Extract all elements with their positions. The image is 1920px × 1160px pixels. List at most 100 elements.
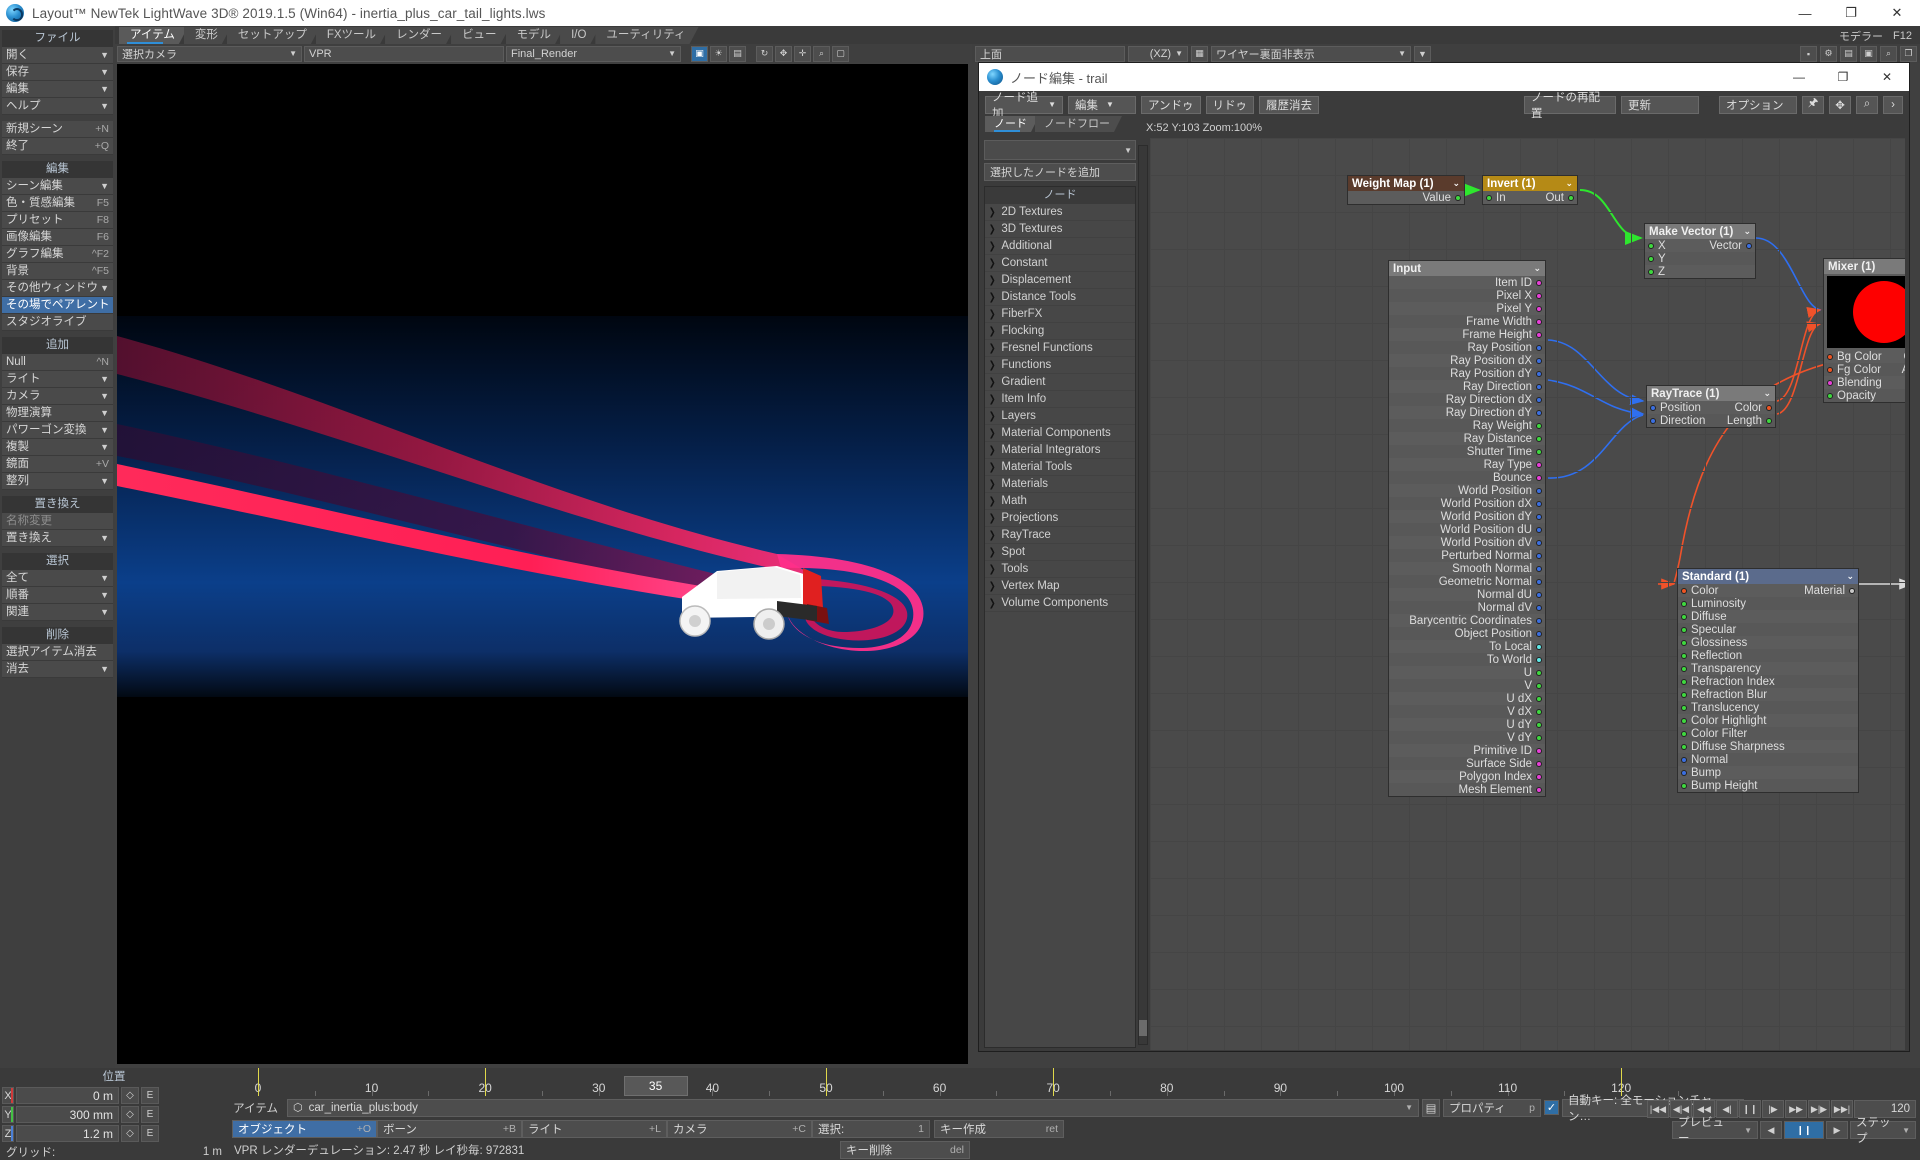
node-raytrace[interactable]: RayTrace (1) ⌄ Position Color Direction Lengt… (1646, 385, 1776, 428)
node-port-dot[interactable] (1827, 379, 1833, 386)
node-port-dot[interactable] (1536, 422, 1542, 429)
axis-key-icon-X[interactable]: ◇ (121, 1087, 139, 1104)
node-category-item-2[interactable]: ❯ Additional (985, 238, 1135, 255)
node-standard[interactable]: Standard (1) ⌄ Color Material Luminosity Diff… (1677, 568, 1859, 793)
node-port-dot[interactable] (1536, 370, 1542, 377)
tab-6[interactable]: モデル (506, 27, 565, 44)
update-button[interactable]: 更新 (1621, 95, 1699, 114)
node-port-dot[interactable] (1681, 717, 1687, 724)
sidebar-item-0-2[interactable]: 編集 ▼ (2, 81, 113, 98)
item-list-icon[interactable]: ▤ (1422, 1098, 1440, 1117)
node-port-dot[interactable] (1536, 773, 1542, 780)
node-port-dot[interactable] (1827, 353, 1833, 360)
step-forward-button[interactable]: |▶ (1762, 1100, 1784, 1118)
mode-button-1[interactable]: ボーン +B (377, 1119, 522, 1138)
pause-button[interactable]: ❙❙ (1739, 1100, 1761, 1118)
node-port-dot[interactable] (1536, 630, 1542, 637)
node-editor-tab-1[interactable]: ノードフロー (1035, 116, 1122, 132)
node-port-dot[interactable] (1536, 565, 1542, 572)
play-forward-button[interactable]: ▶▶ (1785, 1100, 1807, 1118)
node-port-dot[interactable] (1568, 194, 1574, 201)
zoom-icon[interactable]: ⌕ (813, 45, 830, 62)
node-color-preview[interactable] (1827, 276, 1905, 348)
node-editor-minimize-button[interactable]: — (1777, 63, 1821, 91)
node-port-dot[interactable] (1536, 760, 1542, 767)
node-editor-tab-0[interactable]: ノード (985, 116, 1039, 132)
sidebar-item-0-3[interactable]: ヘルプ ▼ (2, 98, 113, 115)
node-port-dot[interactable] (1648, 242, 1654, 249)
node-category-item-21[interactable]: ❯ Tools (985, 561, 1135, 578)
sidebar-item-2-0[interactable]: シーン編集 ▼ (2, 178, 113, 195)
node-port-dot[interactable] (1536, 396, 1542, 403)
node-port-dot[interactable] (1536, 656, 1542, 663)
node-header[interactable]: Standard (1) ⌄ (1678, 569, 1858, 584)
sidebar-item-1-1[interactable]: 終了 +Q (2, 138, 113, 155)
node-category-item-5[interactable]: ❯ Distance Tools (985, 289, 1135, 306)
timeline-ruler[interactable]: 010203040506070809010011012035 (228, 1068, 1708, 1096)
node-port-dot[interactable] (1681, 769, 1687, 776)
node-port-dot[interactable] (1681, 626, 1687, 633)
sidebar-item-2-7[interactable]: その場でペアレント (2, 297, 113, 314)
node-category-item-6[interactable]: ❯ FiberFX (985, 306, 1135, 323)
sidebar-item-2-4[interactable]: グラフ編集 ^F2 (2, 246, 113, 263)
node-category-item-4[interactable]: ❯ Displacement (985, 272, 1135, 289)
lock-icon[interactable]: ▪ (1800, 45, 1817, 62)
preview-dropdown[interactable]: プレビュー ▼ (1672, 1117, 1758, 1145)
timeline-keyframe-marker[interactable] (485, 1068, 487, 1096)
node-port-dot[interactable] (1536, 305, 1542, 312)
node-port-dot[interactable] (1849, 587, 1855, 594)
camera-icon[interactable]: ▣ (691, 45, 708, 62)
tab-8[interactable]: ユーティリティ (595, 27, 698, 44)
node-port-dot[interactable] (1681, 600, 1687, 607)
sidebar-item-3-4[interactable]: パワーゴン変換 ▼ (2, 422, 113, 439)
view-name-dropdown[interactable]: 上面 (975, 45, 1125, 62)
tab-1[interactable]: 変形 (184, 27, 231, 44)
delete-key-button[interactable]: キー削除 del (840, 1141, 970, 1159)
node-port-dot[interactable] (1536, 591, 1542, 598)
node-category-item-10[interactable]: ❯ Gradient (985, 374, 1135, 391)
node-port-dot[interactable] (1681, 587, 1687, 594)
add-selected-node-button[interactable]: 選択したノードを追加 (984, 163, 1136, 181)
node-port-dot[interactable] (1681, 678, 1687, 685)
node-port-dot[interactable] (1681, 639, 1687, 646)
node-port-dot[interactable] (1681, 756, 1687, 763)
node-port-dot[interactable] (1486, 194, 1492, 201)
search-icon[interactable]: ⌕ (1856, 95, 1878, 114)
node-category-item-18[interactable]: ❯ Projections (985, 510, 1135, 527)
create-key-button[interactable]: キー作成 ret (934, 1119, 1064, 1138)
node-category-item-0[interactable]: ❯ 2D Textures (985, 204, 1135, 221)
node-port-dot[interactable] (1681, 704, 1687, 711)
axis-key-icon-Z[interactable]: ◇ (121, 1125, 139, 1142)
preview-prev-button[interactable]: ◀ (1760, 1121, 1782, 1139)
node-makevector[interactable]: Make Vector (1) ⌄ X Vector Y Z (1644, 223, 1756, 279)
node-port-dot[interactable] (1536, 643, 1542, 650)
chevron-down-icon[interactable]: ⌄ (1533, 263, 1541, 274)
add-node-dropdown[interactable]: ノード追加 ▼ (985, 92, 1063, 120)
node-category-item-11[interactable]: ❯ Item Info (985, 391, 1135, 408)
sidebar-item-2-5[interactable]: 背景 ^F5 (2, 263, 113, 280)
search-icon[interactable]: ⌕ (1880, 45, 1897, 62)
mode-button-0[interactable]: オブジェクト +O (232, 1119, 377, 1138)
node-graph-canvas[interactable]: Weight Map (1) ⌄ Value Invert (1) ⌄ In Out Make… (1150, 138, 1905, 1050)
sidebar-item-6-0[interactable]: 選択アイテム消去 (2, 644, 113, 661)
timeline-keyframe-marker[interactable] (258, 1068, 259, 1096)
node-category-item-20[interactable]: ❯ Spot (985, 544, 1135, 561)
node-editor-close-button[interactable]: ✕ (1865, 63, 1909, 91)
node-port-dot[interactable] (1681, 730, 1687, 737)
sidebar-item-2-2[interactable]: プリセット F8 (2, 212, 113, 229)
sidebar-item-3-0[interactable]: Null ^N (2, 354, 113, 371)
sidebar-item-5-2[interactable]: 関連 ▼ (2, 604, 113, 621)
node-port-dot[interactable] (1536, 682, 1542, 689)
node-port-dot[interactable] (1536, 383, 1542, 390)
close-button[interactable]: ✕ (1874, 0, 1920, 26)
node-port-dot[interactable] (1681, 743, 1687, 750)
node-list-scrollbar[interactable] (1138, 145, 1148, 1045)
chevron-down-icon[interactable]: ▼ (1734, 1126, 1752, 1135)
axis-envelope-button-X[interactable]: E (141, 1087, 159, 1104)
node-port-dot[interactable] (1681, 665, 1687, 672)
sidebar-item-1-0[interactable]: 新規シーン +N (2, 121, 113, 138)
chevron-down-icon[interactable]: ⌄ (1452, 178, 1460, 189)
sidebar-item-5-1[interactable]: 順番 ▼ (2, 587, 113, 604)
rearrange-nodes-button[interactable]: ノードの再配置 (1524, 92, 1616, 120)
node-port-dot[interactable] (1536, 721, 1542, 728)
